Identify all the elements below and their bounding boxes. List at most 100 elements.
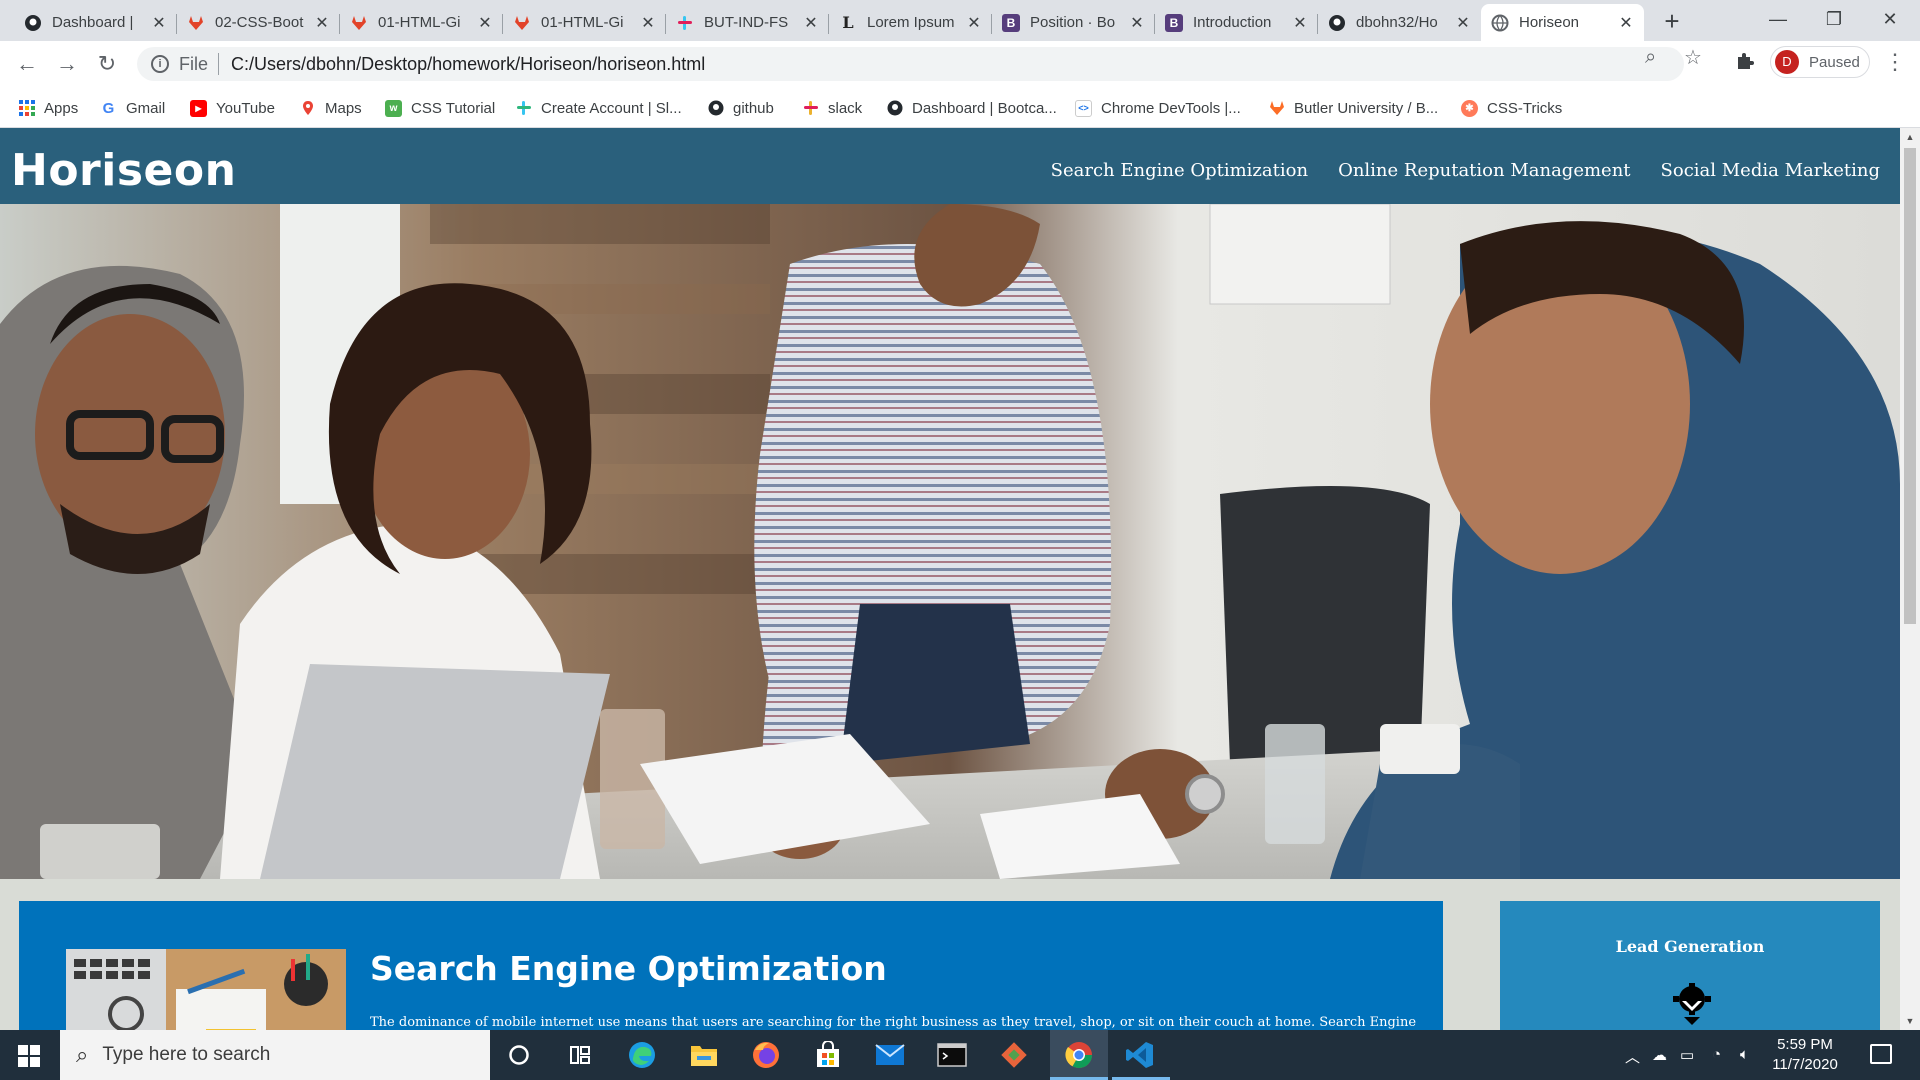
extensions-puzzle-icon[interactable] [1735, 51, 1755, 77]
close-window-button[interactable]: ✕ [1862, 0, 1918, 41]
hero-image [0, 204, 1900, 879]
bookmark-dashboard[interactable]: Dashboard | Bootca... [886, 95, 1057, 121]
task-view-icon[interactable] [564, 1039, 596, 1071]
close-icon[interactable]: ✕ [640, 13, 656, 33]
profile-button[interactable]: D Paused [1770, 46, 1870, 78]
bookmark-slack[interactable]: slack [802, 95, 862, 121]
github-icon [24, 14, 42, 32]
close-icon[interactable]: ✕ [151, 13, 167, 33]
bookmark-label: Chrome DevTools |... [1101, 99, 1241, 117]
gitlab-icon [513, 14, 531, 32]
benefit-card-lead-generation: Lead Generation [1500, 901, 1880, 1030]
minimize-button[interactable]: — [1750, 0, 1806, 41]
nav-link-social-media[interactable]: Social Media Marketing [1661, 160, 1880, 181]
tab-html-git-1[interactable]: 01-HTML-Gi ✕ [340, 4, 503, 41]
site-header: Horiseon Search Engine Optimization Onli… [0, 128, 1900, 204]
zoom-icon[interactable]: ⌕ [1645, 46, 1656, 69]
new-tab-button[interactable]: + [1656, 6, 1688, 38]
nav-link-reputation[interactable]: Online Reputation Management [1338, 160, 1630, 181]
battery-icon[interactable]: ▭ [1680, 1046, 1694, 1064]
tab-title: Introduction [1193, 14, 1272, 31]
close-icon[interactable]: ✕ [803, 13, 819, 33]
site-logo[interactable]: Horiseon [11, 145, 236, 196]
tab-horiseon[interactable]: Horiseon ✕ [1481, 4, 1644, 41]
address-bar[interactable]: i File C:/Users/dbohn/Desktop/homework/H… [137, 47, 1684, 81]
forward-button[interactable]: → [52, 49, 82, 79]
bookmark-maps[interactable]: Maps [299, 95, 362, 121]
page-viewport: Horiseon Search Engine Optimization Onli… [0, 128, 1900, 1030]
bookmark-github[interactable]: github [707, 95, 774, 121]
tray-chevron-icon[interactable]: ︿ [1625, 1046, 1640, 1067]
notification-center-icon[interactable] [1870, 1044, 1892, 1064]
close-icon[interactable]: ✕ [966, 13, 982, 33]
close-icon[interactable]: ✕ [477, 13, 493, 33]
benefit-title: Lead Generation [1615, 937, 1765, 956]
tab-title: Position · Bo [1030, 14, 1116, 31]
bookmark-apps[interactable]: Apps [18, 95, 78, 121]
slack-icon [515, 100, 532, 117]
bookmark-create-account[interactable]: Create Account | Sl... [515, 95, 682, 121]
tab-html-git-2[interactable]: 01-HTML-Gi ✕ [503, 4, 666, 41]
vscode-icon[interactable] [1124, 1039, 1156, 1071]
tab-dashboard[interactable]: Dashboard | ✕ [14, 4, 177, 41]
taskbar-clock[interactable]: 5:59 PM 11/7/2020 [1755, 1035, 1855, 1075]
tab-bootstrap-intro[interactable]: B Introduction ✕ [1155, 4, 1318, 41]
terminal-icon[interactable] [936, 1039, 968, 1071]
tab-github-repo[interactable]: dbohn32/Ho ✕ [1318, 4, 1481, 41]
close-icon[interactable]: ✕ [1455, 13, 1471, 33]
close-icon[interactable]: ✕ [1129, 13, 1145, 33]
file-explorer-icon[interactable] [688, 1039, 720, 1071]
chrome-icon[interactable] [1063, 1039, 1095, 1071]
bookmark-butler[interactable]: Butler University / B... [1268, 95, 1438, 121]
tab-title: 02-CSS-Boot [215, 14, 304, 31]
bookmark-youtube[interactable]: ▶ YouTube [190, 95, 275, 121]
tab-bootstrap-position[interactable]: B Position · Bo ✕ [992, 4, 1155, 41]
nav-link-seo[interactable]: Search Engine Optimization [1051, 160, 1308, 181]
tab-slack[interactable]: BUT-IND-FS ✕ [666, 4, 829, 41]
scrollbar-thumb[interactable] [1904, 148, 1916, 624]
scroll-down-arrow-icon[interactable]: ▼ [1900, 1012, 1920, 1030]
menu-kebab-icon[interactable]: ⋮ [1884, 49, 1906, 75]
clock-date: 11/7/2020 [1772, 1056, 1838, 1073]
apps-grid-icon [18, 100, 35, 117]
bookmark-css-tutorial[interactable]: w CSS Tutorial [385, 95, 495, 121]
bookmark-label: Dashboard | Bootca... [912, 99, 1057, 117]
close-icon[interactable]: ✕ [314, 13, 330, 33]
firefox-icon[interactable] [750, 1039, 782, 1071]
slack-icon [802, 100, 819, 117]
wifi-icon[interactable]: ◔ [1712, 1046, 1721, 1063]
bookmark-css-tricks[interactable]: ✱ CSS-Tricks [1461, 95, 1562, 121]
cortana-icon[interactable] [503, 1039, 535, 1071]
edge-icon[interactable] [626, 1039, 658, 1071]
onedrive-cloud-icon[interactable]: ☁ [1652, 1046, 1667, 1064]
taskbar-search-box[interactable]: ⌕ Type here to search [60, 1030, 490, 1080]
volume-icon[interactable]: 🔈︎ [1740, 1046, 1749, 1063]
back-button[interactable]: ← [12, 49, 42, 79]
google-icon: G [102, 99, 115, 117]
tab-lorem-ipsum[interactable]: L Lorem Ipsum ✕ [829, 4, 992, 41]
bookmark-gmail[interactable]: G Gmail [100, 95, 166, 121]
browser-toolbar: ← → ↻ i File C:/Users/dbohn/Desktop/home… [0, 41, 1920, 87]
mail-icon[interactable] [874, 1039, 906, 1071]
restore-button[interactable]: ❐ [1806, 0, 1862, 41]
page-scrollbar[interactable]: ▲ ▼ [1900, 128, 1920, 1030]
close-icon[interactable]: ✕ [1292, 13, 1308, 33]
git-icon[interactable] [998, 1039, 1030, 1071]
bookmark-devtools[interactable]: <> Chrome DevTools |... [1075, 95, 1241, 121]
lorem-icon: L [842, 13, 854, 32]
bookmark-label: Maps [325, 99, 362, 117]
github-icon [707, 100, 724, 117]
url-text[interactable]: C:/Users/dbohn/Desktop/homework/Horiseon… [231, 54, 705, 75]
tab-css-boot[interactable]: 02-CSS-Boot ✕ [177, 4, 340, 41]
section-text: The dominance of mobile internet use mea… [370, 1015, 1417, 1030]
info-icon[interactable]: i [151, 55, 169, 73]
globe-icon [1491, 14, 1509, 32]
close-icon[interactable]: ✕ [1618, 13, 1634, 33]
reload-button[interactable]: ↻ [92, 49, 122, 79]
bookmark-star-icon[interactable]: ☆ [1684, 45, 1702, 70]
tab-title: dbohn32/Ho [1356, 14, 1438, 31]
windows-start-icon[interactable] [18, 1045, 40, 1072]
store-icon[interactable] [812, 1039, 844, 1071]
scroll-up-arrow-icon[interactable]: ▲ [1900, 128, 1920, 146]
section-title: Search Engine Optimization [370, 949, 887, 988]
